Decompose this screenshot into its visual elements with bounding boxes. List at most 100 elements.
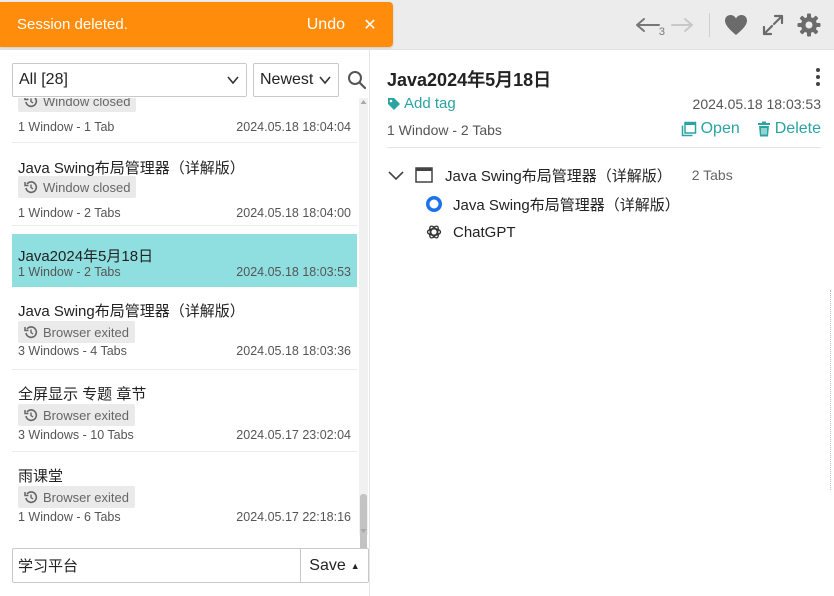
history-icon <box>24 326 38 339</box>
list-scrollbar[interactable] <box>359 98 368 572</box>
caret-up-icon: ▲ <box>350 560 360 571</box>
session-meta: 1 Window - 6 Tabs 2024.05.17 22:18:16 <box>18 510 351 524</box>
session-title: Java2024年5月18日 <box>18 248 154 265</box>
session-item-active[interactable]: Java2024年5月18日 1 Window - 2 Tabs 2024.05… <box>12 234 357 287</box>
tab-title: ChatGPT <box>453 223 516 241</box>
session-count: 1 Window - 2 Tabs <box>18 206 121 220</box>
session-meta: 1 Window - 1 Tab 2024.05.18 18:04:04 <box>18 120 351 134</box>
save-button[interactable]: Save ▲ <box>301 548 369 583</box>
save-button-label: Save <box>309 556 346 574</box>
blue-circle-icon <box>425 195 443 213</box>
session-count: 3 Windows - 4 Tabs <box>18 344 127 358</box>
status-badge: Browser exited <box>18 321 135 343</box>
session-item[interactable]: Window closed 1 Window - 1 Tab 2024.05.1… <box>12 98 357 143</box>
chatgpt-icon <box>425 223 443 241</box>
add-tag-label: Add tag <box>404 95 456 112</box>
chevron-down-icon[interactable] <box>387 168 405 182</box>
session-title: Java Swing布局管理器（详解版） <box>18 160 245 177</box>
session-meta: 3 Windows - 4 Tabs 2024.05.18 18:03:36 <box>18 344 351 358</box>
trash-icon <box>757 121 770 137</box>
status-badge: Browser exited <box>18 486 135 508</box>
window-edge <box>830 290 834 490</box>
session-detail-title: Java2024年5月18日 <box>387 70 552 90</box>
session-date: 2024.05.18 18:04:00 <box>236 206 351 220</box>
window-tab-count: 2 Tabs <box>691 167 733 183</box>
status-badge-label: Browser exited <box>43 489 129 505</box>
status-badge: Window closed <box>18 176 137 198</box>
chevron-down-icon <box>319 76 331 85</box>
session-date: 2024.05.17 23:02:04 <box>236 428 351 442</box>
tab-row[interactable]: Java Swing布局管理器（详解版） <box>425 191 680 217</box>
session-title: Java Swing布局管理器（详解版） <box>18 303 245 320</box>
history-icon <box>24 409 38 422</box>
status-badge: Window closed <box>18 98 137 112</box>
filter-select-value: All [28] <box>19 71 68 88</box>
scroll-up-icon[interactable] <box>360 98 367 106</box>
delete-button[interactable]: Delete <box>757 120 821 138</box>
toolbar-icons: 3 <box>633 0 834 50</box>
add-tag-button[interactable]: Add tag <box>387 95 456 112</box>
close-toast-button[interactable]: ✕ <box>363 15 377 35</box>
toast-notification: Session deleted. Undo ✕ <box>0 2 393 47</box>
expand-icon[interactable] <box>758 10 788 40</box>
session-count: 1 Window - 6 Tabs <box>18 510 121 524</box>
session-name-input[interactable] <box>12 548 301 583</box>
tab-title: Java Swing布局管理器（详解版） <box>453 196 680 214</box>
session-list: Window closed 1 Window - 1 Tab 2024.05.1… <box>12 98 357 533</box>
undo-button[interactable]: Undo <box>307 16 345 34</box>
session-meta: 3 Windows - 10 Tabs 2024.05.17 23:02:04 <box>18 428 351 442</box>
more-options-icon[interactable] <box>814 66 822 88</box>
session-date: 2024.05.18 18:03:53 <box>236 265 351 279</box>
status-badge-label: Browser exited <box>43 324 129 340</box>
session-item[interactable]: Java Swing布局管理器（详解版） Window closed 1 Win… <box>12 143 357 226</box>
session-date: 2024.05.18 18:04:04 <box>236 120 351 134</box>
toolbar-divider <box>709 13 710 37</box>
session-detail-date: 2024.05.18 18:03:53 <box>692 96 821 112</box>
window-icon <box>415 167 433 183</box>
session-item[interactable]: Java Swing布局管理器（详解版） Browser exited 3 Wi… <box>12 287 357 370</box>
session-count: 1 Window - 2 Tabs <box>18 265 121 279</box>
session-count: 1 Window - 1 Tab <box>18 120 115 134</box>
history-icon <box>24 98 38 108</box>
open-button[interactable]: Open <box>681 120 740 138</box>
toast-message: Session deleted. <box>17 16 128 33</box>
filter-select[interactable]: All [28] <box>12 63 247 97</box>
status-badge-label: Window closed <box>43 98 131 109</box>
status-badge: Browser exited <box>18 404 135 426</box>
open-button-label: Open <box>700 120 740 137</box>
sort-select[interactable]: Newest <box>253 63 339 97</box>
session-date: 2024.05.17 22:18:16 <box>236 510 351 524</box>
save-session-row: Save ▲ <box>12 548 369 583</box>
tab-row[interactable]: ChatGPT <box>425 219 516 245</box>
chevron-down-icon <box>227 76 239 85</box>
session-actions: Open Delete <box>681 120 821 138</box>
detail-divider <box>387 147 821 148</box>
window-title: Java Swing布局管理器（详解版） <box>445 167 672 185</box>
heart-icon[interactable] <box>722 10 750 40</box>
session-detail-count: 1 Window - 2 Tabs <box>387 122 502 138</box>
status-badge-label: Browser exited <box>43 407 129 423</box>
search-icon[interactable] <box>347 70 367 90</box>
history-icon <box>24 181 38 194</box>
delete-button-label: Delete <box>774 120 821 137</box>
session-list-panel: All [28] Newest Window closed 1 Window -… <box>0 50 370 596</box>
sort-select-value: Newest <box>260 71 314 88</box>
top-toolbar: Session deleted. Undo ✕ 3 <box>0 0 834 50</box>
filter-bar: All [28] Newest <box>12 63 367 97</box>
tag-icon <box>388 97 400 110</box>
status-badge-label: Window closed <box>43 179 131 195</box>
open-window-icon <box>681 121 696 137</box>
scroll-down-icon[interactable] <box>360 527 367 535</box>
session-date: 2024.05.18 18:03:36 <box>236 344 351 358</box>
session-detail-panel: Java2024年5月18日 Add tag 2024.05.18 18:03:… <box>371 50 834 596</box>
session-title: 雨课堂 <box>18 468 64 485</box>
session-meta: 1 Window - 2 Tabs 2024.05.18 18:04:00 <box>18 206 351 220</box>
forward-arrow-icon[interactable] <box>667 10 697 40</box>
session-item[interactable]: 雨课堂 Browser exited 1 Window - 6 Tabs 202… <box>12 452 357 533</box>
session-count: 3 Windows - 10 Tabs <box>18 428 134 442</box>
gear-icon[interactable] <box>794 10 824 40</box>
history-count: 3 <box>658 26 665 38</box>
window-row[interactable]: Java Swing布局管理器（详解版） 2 Tabs <box>387 162 733 188</box>
session-title: 全屏显示 专题 章节 <box>18 386 147 403</box>
session-item[interactable]: 全屏显示 专题 章节 Browser exited 3 Windows - 10… <box>12 370 357 452</box>
